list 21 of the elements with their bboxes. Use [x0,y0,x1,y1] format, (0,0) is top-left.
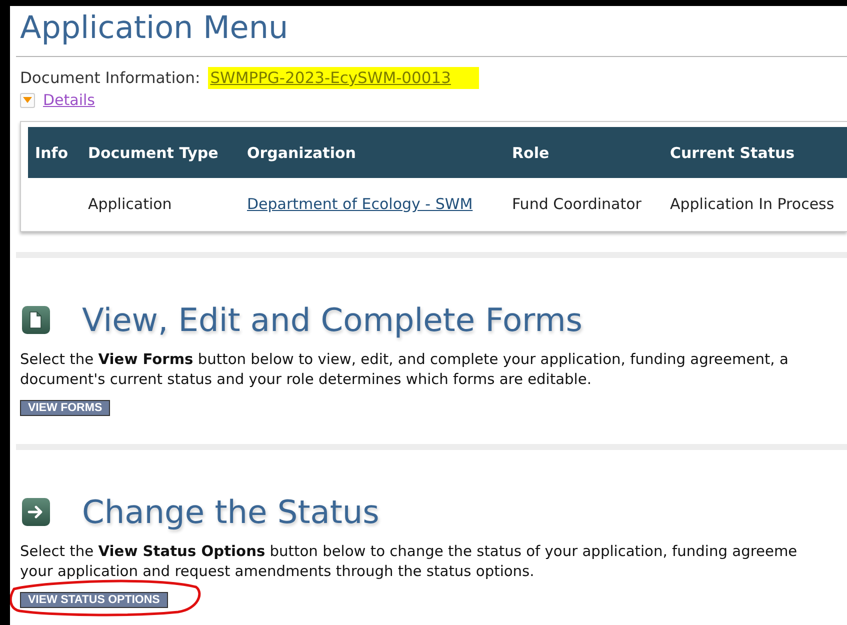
column-header: Info [28,127,81,178]
details-link[interactable]: Details [43,91,96,109]
section-description: Select the View Status Options button below to change the status of your application, funding agreeme your application and request amendments through the status options. [20,542,798,582]
document-id-link[interactable]: SWMPPG-2023-EcySWM-00013 [208,67,479,89]
column-header: Role [505,127,663,178]
document-info-label: Document Information: [20,69,200,87]
section-title: Change the Status [82,492,380,532]
table-cell: Application In Process [670,195,834,213]
section-description: Select the View Forms button below to view, edit, and complete your application, funding agreement, a document's current status and your role determines which forms are editable. [20,350,790,390]
column-header: Organization [240,127,505,178]
section-title: View, Edit and Complete Forms [82,300,582,340]
table-cell: Fund Coordinator [512,195,642,213]
action-button[interactable]: VIEW STATUS OPTIONS [20,592,168,608]
organization-link[interactable]: Department of Ecology - SWM [247,195,473,213]
column-header: Document Type [81,127,240,178]
document-icon [20,304,52,336]
action-button[interactable]: VIEW FORMS [20,400,110,416]
expand-toggle-icon[interactable] [20,92,35,108]
page-title: Application Menu [20,9,290,48]
column-header: Current Status [663,127,847,178]
table-cell: Application [88,195,172,213]
